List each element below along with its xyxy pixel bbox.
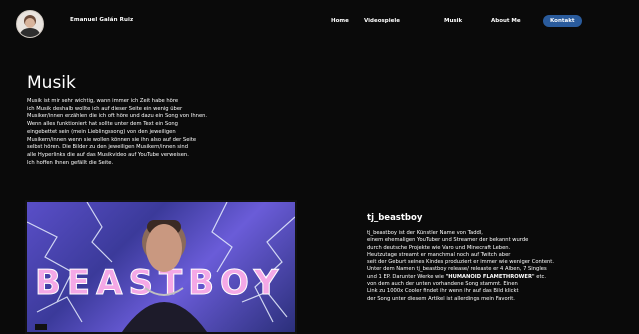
- intro-text: Musik ist mir sehr wichtig, wann immer i…: [27, 98, 208, 166]
- avatar-body: [20, 28, 40, 37]
- nav-musik[interactable]: Musik: [444, 18, 462, 24]
- nav-menu: Home Videospiele Musik About Me Kontakt: [0, 15, 639, 29]
- artist-bio-part-1: tj_beastboy ist der Künstler Name von Ta…: [367, 230, 554, 280]
- artist-name: tj_beastboy: [367, 213, 423, 223]
- cover-art: BEASTBOY: [27, 202, 295, 332]
- nav-home[interactable]: Home: [331, 18, 349, 24]
- nav-about-me[interactable]: About Me: [491, 18, 521, 24]
- nav-videospiele[interactable]: Videospiele: [364, 18, 400, 24]
- artist-cover-link[interactable]: BEASTBOY: [25, 200, 297, 334]
- top-navigation: Emanuel Galán Ruiz Home Videospiele Musi…: [0, 0, 639, 50]
- artist-bio: tj_beastboy ist der Künstler Name von Ta…: [367, 230, 612, 303]
- page-title: Musik: [27, 73, 76, 93]
- nav-kontakt[interactable]: Kontakt: [543, 15, 582, 27]
- artist-bio-highlight: "HUMANOID FLAMETHROWER": [445, 273, 535, 280]
- video-control[interactable]: [35, 324, 47, 330]
